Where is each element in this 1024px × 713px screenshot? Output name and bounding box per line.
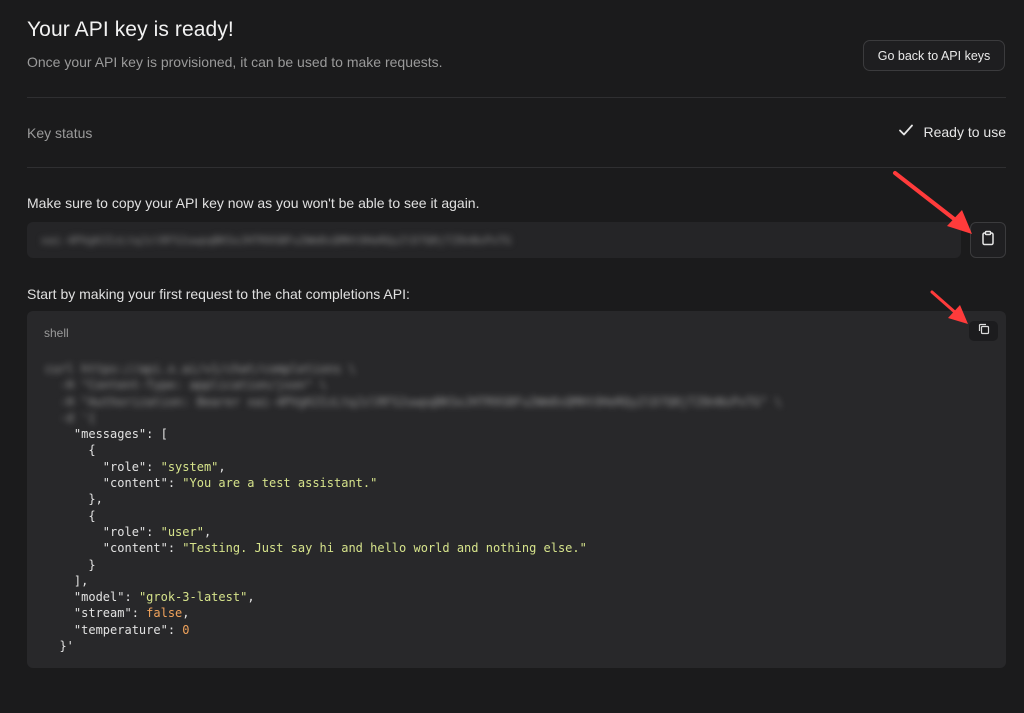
code-key: "messages"	[73, 427, 147, 442]
key-status-value: Ready to use	[923, 123, 1007, 140]
code-content: curl https://api.x.ai/v1/chat/completion…	[45, 362, 782, 654]
page-title: Your API key is ready!	[27, 18, 234, 41]
code-key: "content"	[102, 541, 168, 556]
code-key: "stream"	[73, 606, 132, 621]
code-literal: false	[146, 606, 183, 621]
code-key: "role"	[102, 524, 147, 539]
copy-code-button[interactable]	[969, 321, 998, 341]
code-key: "model"	[73, 590, 125, 605]
code-string: "Testing. Just say hi and hello world an…	[182, 541, 587, 556]
code-closing: }'	[59, 639, 74, 654]
clipboard-icon	[980, 230, 996, 251]
obscured-code-line: curl https://api.x.ai/v1/chat/completion…	[45, 362, 356, 376]
back-to-api-keys-button[interactable]: Go back to API keys	[863, 40, 1005, 71]
code-string: "user"	[160, 524, 204, 539]
copy-key-notice: Make sure to copy your API key now as yo…	[27, 195, 480, 211]
divider	[27, 167, 1006, 168]
copy-api-key-button[interactable]	[970, 222, 1006, 258]
code-string: "You are a test assistant."	[182, 476, 378, 491]
check-icon	[898, 123, 914, 140]
obscured-code-line: -d '{	[45, 410, 96, 425]
request-intro: Start by making your first request to th…	[27, 286, 410, 302]
copy-icon	[978, 322, 990, 340]
divider	[27, 97, 1006, 98]
code-key: "temperature"	[73, 622, 168, 637]
page-subtitle: Once your API key is provisioned, it can…	[27, 54, 443, 70]
key-status-label: Key status	[27, 125, 93, 141]
code-key: "content"	[102, 476, 168, 491]
code-key: "role"	[102, 459, 147, 474]
api-key-value: xai-4PVgHJIzLtqJzlRFS2uwpqBKSoJHTR9SBFu2…	[41, 233, 512, 247]
key-status: Ready to use	[898, 123, 1007, 140]
code-string: "grok-3-latest"	[138, 590, 248, 605]
api-key-field[interactable]: xai-4PVgHJIzLtqJzlRFS2uwpqBKSoJHTR9SBFu2…	[27, 222, 961, 258]
obscured-code-line: -H "Authorization: Bearer xai-4PVgHJIzLt…	[45, 394, 782, 409]
code-literal: 0	[182, 622, 190, 637]
obscured-code-line: -H "Content-Type: application/json" \	[45, 378, 327, 393]
code-string: "system"	[160, 459, 219, 474]
code-language-label: shell	[44, 326, 69, 340]
code-block: shell curl https://api.x.ai/v1/chat/comp…	[27, 311, 1006, 668]
